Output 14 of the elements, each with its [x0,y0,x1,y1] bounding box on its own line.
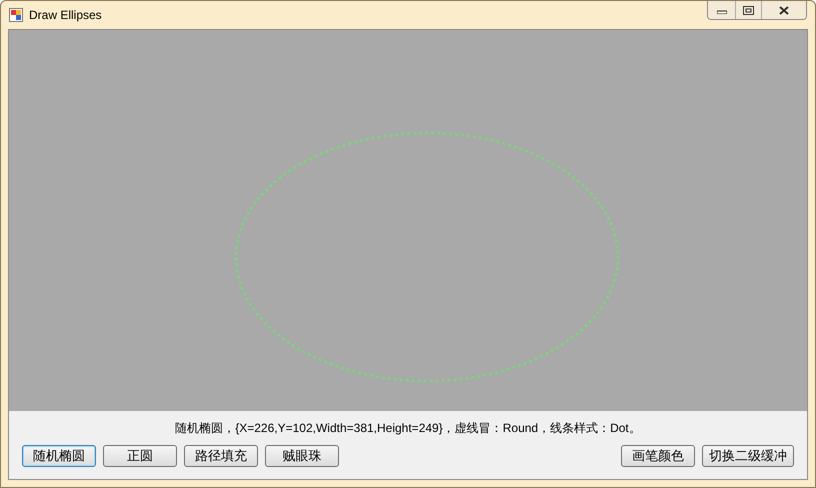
action-button[interactable]: 正圆 [103,445,177,467]
action-button[interactable]: 画笔颜色 [621,445,695,467]
action-button[interactable]: 贼眼珠 [265,445,339,467]
action-button[interactable]: 随机椭圆 [22,445,96,467]
restore-icon [743,6,754,14]
status-text: 随机椭圆，{X=226,Y=102,Width=381,Height=249}，虚线冒：Round，线条样式：Dot。 [175,420,641,437]
close-icon [779,6,789,14]
maximize-button[interactable] [736,1,762,19]
close-button[interactable] [762,1,806,19]
app-icon [9,8,23,22]
action-button[interactable]: 切换二级缓冲 [702,445,794,467]
minimize-button[interactable] [708,1,736,19]
action-button[interactable]: 路径填充 [184,445,258,467]
window-title: Draw Ellipses [29,7,102,24]
